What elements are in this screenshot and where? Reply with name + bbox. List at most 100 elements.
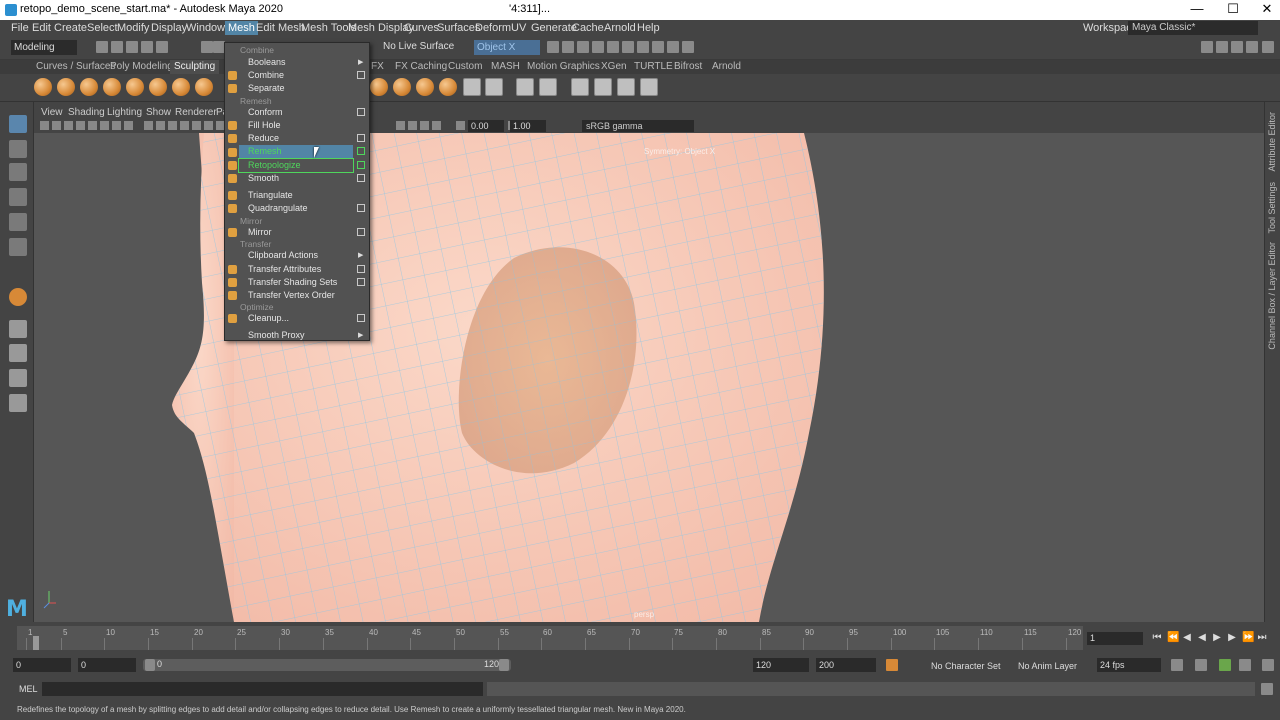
textured-icon[interactable] [180,121,189,130]
menu-item-fill-hole[interactable]: Fill Hole [239,119,353,132]
panel-menu-shading[interactable]: Shading [68,107,105,118]
shelf-tab-mash[interactable]: MASH [487,60,524,74]
audio-icon[interactable] [1219,659,1231,671]
menu-item-transfer-shading-sets[interactable]: Transfer Shading Sets [239,276,353,289]
step-back-frame-icon[interactable]: ⏪ [1167,633,1179,643]
last-tool-icon[interactable] [9,288,27,306]
exposure-field[interactable]: 0.00 [468,120,504,132]
script-editor-icon[interactable] [1261,683,1273,695]
side-tab-channel-box[interactable]: Channel Box / Layer Editor [1267,242,1277,350]
menu-item-combine[interactable]: Combine [239,69,353,82]
loop-icon[interactable] [1171,659,1183,671]
go-to-end-icon[interactable]: ⏭ [1257,633,1267,643]
arnold-ipr-icon[interactable] [637,41,649,53]
shelf-tab-fx-caching[interactable]: FX Caching [391,60,451,74]
combine-options-box[interactable] [357,71,365,79]
flatten-tool-icon[interactable] [149,78,167,96]
menu-item-transfer-vertex-order[interactable]: Transfer Vertex Order [239,289,353,302]
step-forward-key-icon[interactable]: ▶ [1227,633,1237,643]
cleanup-options-box[interactable] [357,314,365,322]
wax-tool-icon[interactable] [416,78,434,96]
relax-tool-icon[interactable] [80,78,98,96]
character-set-select[interactable]: No Character Set [931,661,1001,671]
side-by-side-icon[interactable] [9,369,27,387]
transfer-shading-sets-options-box[interactable] [357,278,365,286]
film-gate-icon[interactable] [100,121,109,130]
move-icon[interactable] [9,188,27,206]
four-view-icon[interactable] [9,344,27,362]
exposure-icon[interactable] [456,121,465,130]
blend-shape-icon[interactable] [516,78,534,96]
fps-select[interactable]: 24 fps [1097,658,1161,672]
wireframe-on-shaded-icon[interactable] [168,121,177,130]
menu-item-smooth-proxy[interactable]: Smooth Proxy [239,329,353,342]
play-forwards-icon[interactable]: ▶ [1212,633,1222,643]
mask-tool-icon[interactable] [463,78,481,96]
camera-attributes-icon[interactable] [52,121,61,130]
playback-start-field[interactable]: 0 [78,658,136,672]
mirror-options-box[interactable] [357,228,365,236]
time-slider-track[interactable]: 1 5 10 15 20 25 30 35 40 45 50 55 60 65 70 75 80 85 90 95 10… [17,626,1083,650]
command-input[interactable] [42,682,483,696]
render-settings-icon[interactable] [592,41,604,53]
shelf-tab-arnold[interactable]: Arnold [708,60,745,74]
menu-item-smooth[interactable]: Smooth [239,172,353,185]
cache-playback-icon[interactable] [1239,659,1251,671]
sculpt-layer-icon[interactable] [594,78,612,96]
xray-joints-icon[interactable] [408,121,417,130]
menu-item-conform[interactable]: Conform [239,106,353,119]
panel-menu-show[interactable]: Show [146,107,171,118]
render-view-icon[interactable] [547,41,559,53]
menu-item-reduce[interactable]: Reduce [239,132,353,145]
shelf-tab-poly-modeling[interactable]: Poly Modeling [106,60,177,74]
menu-item-retopologize[interactable]: Retopologize [238,158,354,173]
wireframe-icon[interactable] [144,121,153,130]
reduce-options-box[interactable] [357,134,365,142]
image-plane-icon[interactable] [76,121,85,130]
retopologize-options-box[interactable] [357,161,365,169]
menu-item-mirror[interactable]: Mirror [239,226,353,239]
menu-item-remesh[interactable]: Remesh [239,145,353,158]
shelf-tab-motion-graphics[interactable]: Motion Graphics [523,60,604,74]
range-end-handle[interactable] [499,659,509,671]
shelf-tab-sculpting[interactable]: Sculpting [170,60,220,74]
isolate-select-icon[interactable] [432,121,441,130]
go-to-start-icon[interactable]: ⏮ [1152,633,1162,643]
transfer-attributes-options-box[interactable] [357,265,365,273]
menu-item-clipboard-actions[interactable]: Clipboard Actions [239,249,353,262]
side-tab-tool-settings[interactable]: Tool Settings [1267,182,1277,234]
ipr-render-icon[interactable] [577,41,589,53]
outliner-layout-icon[interactable] [9,394,27,412]
menu-item-transfer-attributes[interactable]: Transfer Attributes [239,263,353,276]
remesh-options-box[interactable] [357,147,365,155]
play-backwards-icon[interactable]: ◀ [1197,633,1207,643]
animation-prefs-icon[interactable] [1262,659,1274,671]
sculpt-settings-icon[interactable] [640,78,658,96]
save-scene-icon[interactable] [126,41,138,53]
menu-item-cleanup[interactable]: Cleanup... [239,312,353,325]
sculpt-tool-icon[interactable] [34,78,52,96]
current-frame-field[interactable]: 1 [1087,632,1143,645]
undo-icon[interactable] [141,41,153,53]
arnold-render-icon[interactable] [622,41,634,53]
gamma-field[interactable]: 1.00 [510,120,546,132]
quadrangulate-options-box[interactable] [357,204,365,212]
anim-layer-select[interactable]: No Anim Layer [1018,661,1077,671]
smooth-shade-icon[interactable] [156,121,165,130]
panel-menu-renderer[interactable]: Renderer [175,107,217,118]
shelf-tab-custom[interactable]: Custom [444,60,486,74]
select-by-hierarchy-icon[interactable] [201,41,213,53]
shelf-tab-fx[interactable]: FX [367,60,388,74]
menu-item-quadrangulate[interactable]: Quadrangulate [239,202,353,215]
xray-icon[interactable] [396,121,405,130]
step-forward-frame-icon[interactable]: ⏩ [1242,633,1254,643]
attribute-editor-icon[interactable] [1231,41,1243,53]
shadows-icon[interactable] [204,121,213,130]
use-lights-icon[interactable] [192,121,201,130]
workspace-select[interactable]: Maya Classic* [1128,21,1258,35]
spray-tool-icon[interactable] [195,78,213,96]
grab-tool-icon[interactable] [103,78,121,96]
modeling-toolkit-icon[interactable] [1201,41,1213,53]
time-slider[interactable]: 1 5 10 15 20 25 30 35 40 45 50 55 60 65 70 75 80 85 90 95 10… [0,622,1280,654]
auto-key-icon[interactable] [886,659,898,671]
